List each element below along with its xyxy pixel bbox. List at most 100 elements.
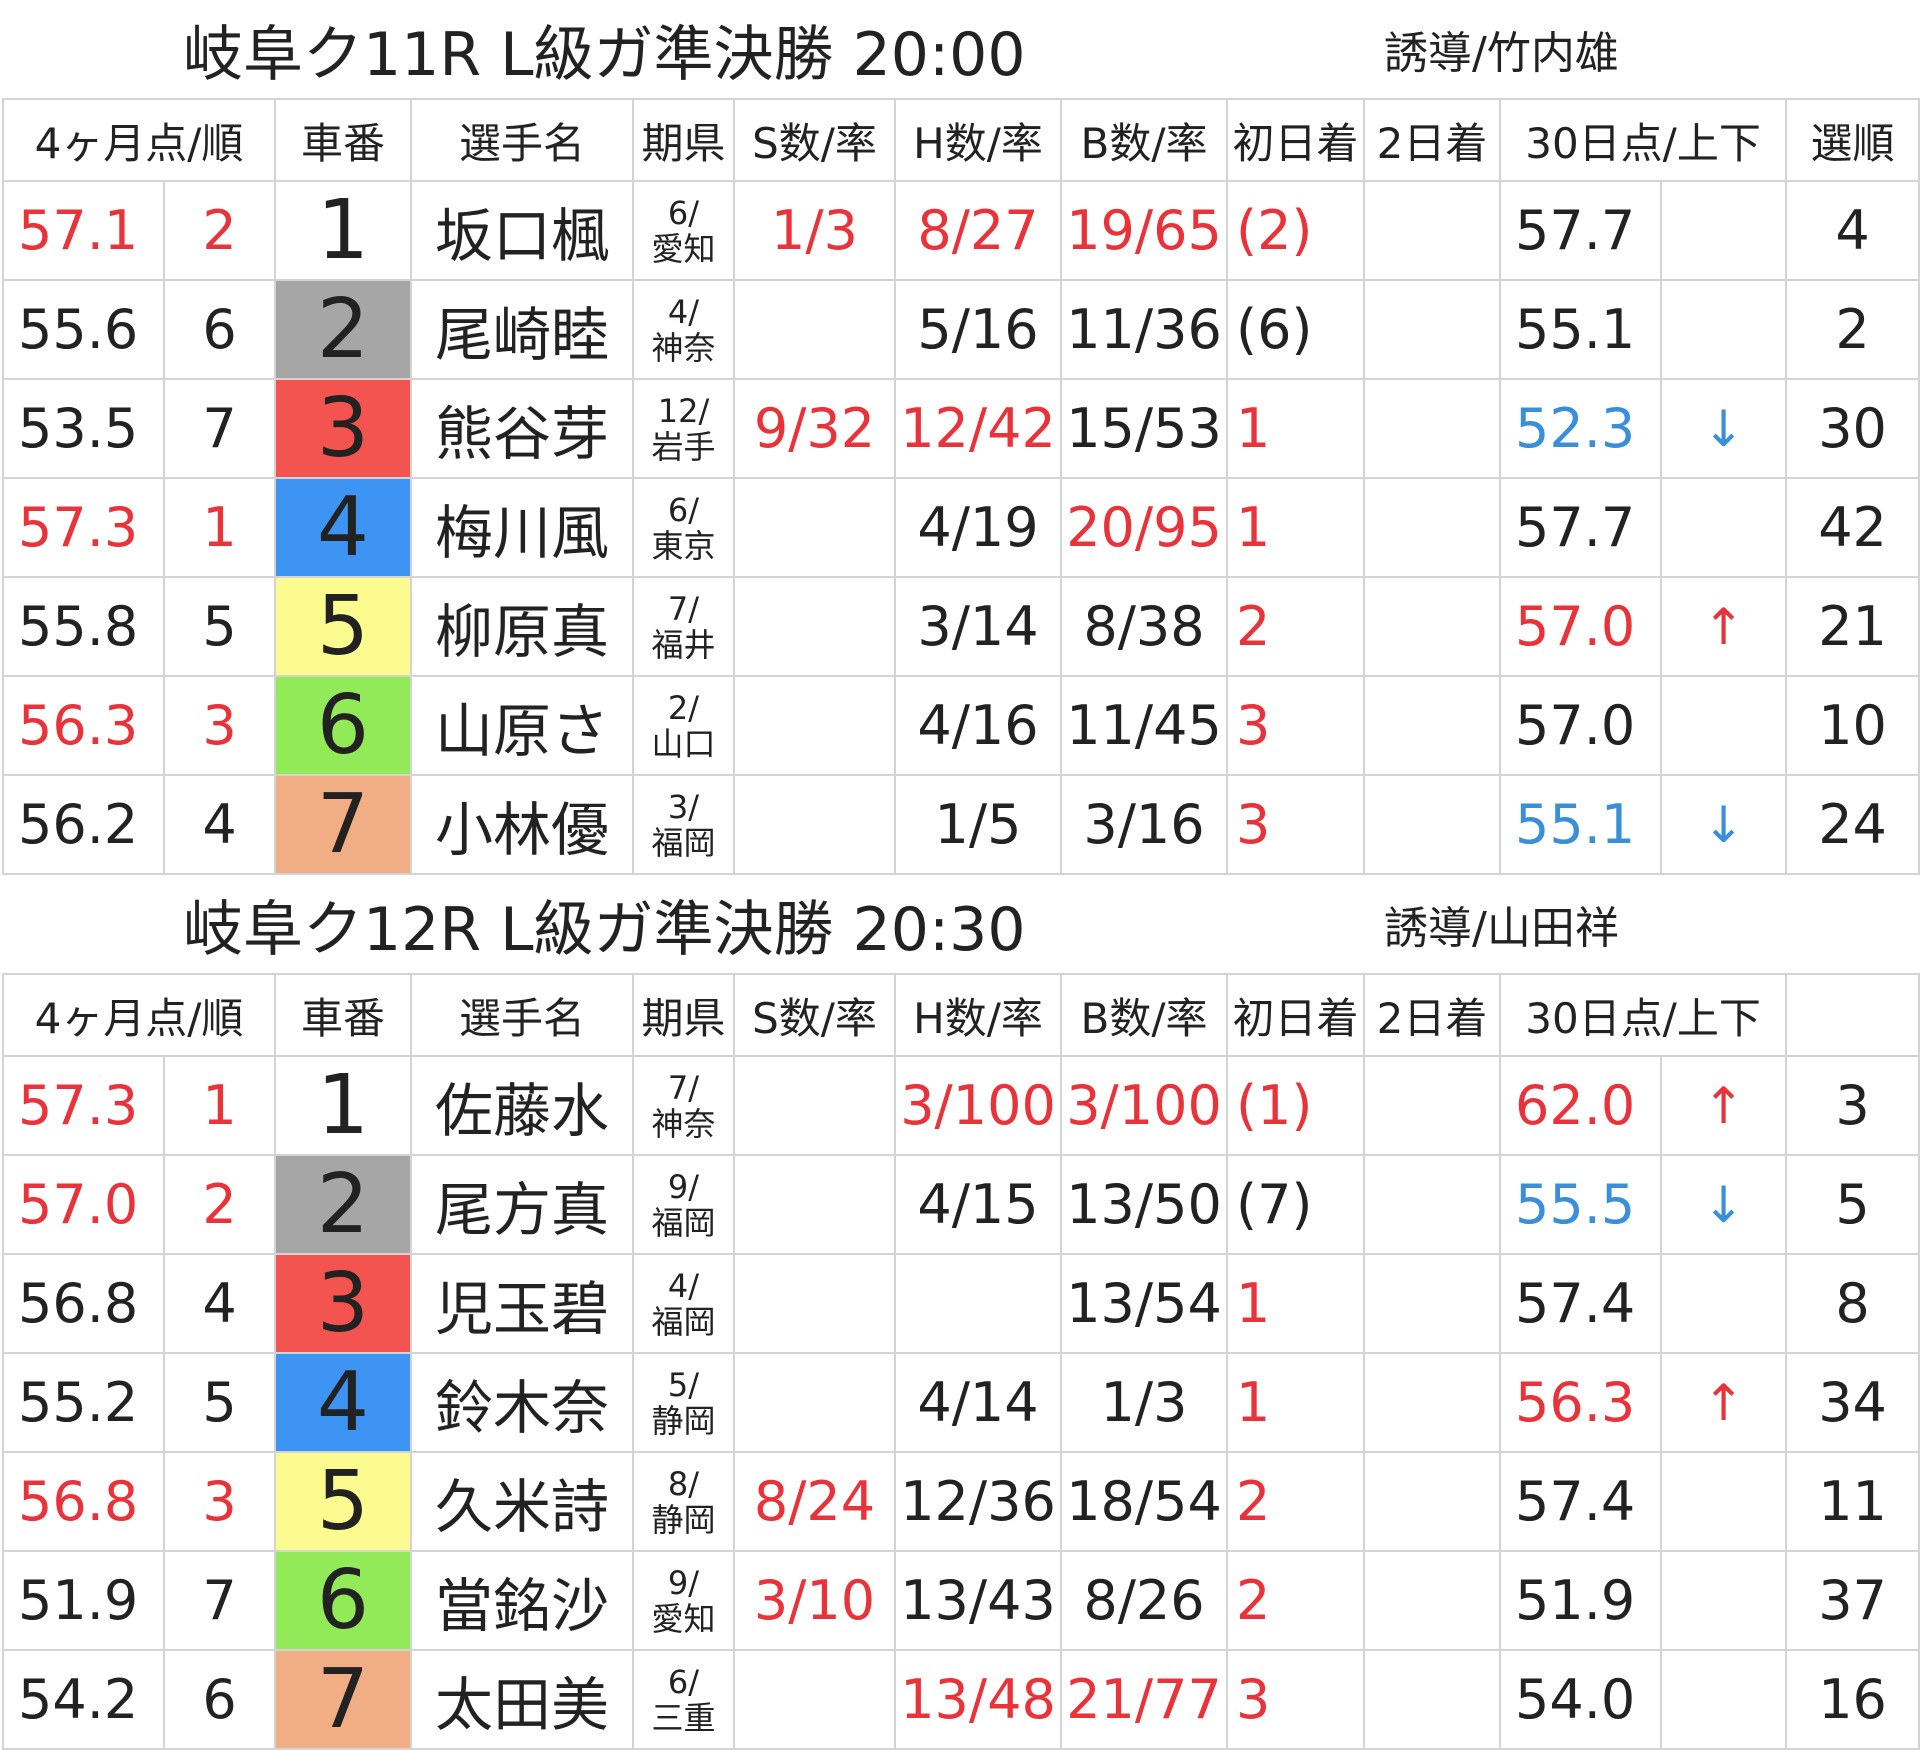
h-count-rate: 13/43 [894, 1550, 1062, 1651]
term-pref: 7/神奈 [632, 1055, 735, 1156]
car-number: 5 [274, 1451, 412, 1552]
selection-rank: 21 [1785, 576, 1920, 677]
race-title: 岐阜ク11R L級ガ準決勝 20:00 [3, 0, 1365, 100]
four-month-points: 57.1 [2, 180, 165, 281]
prefecture: 福岡 [651, 1302, 716, 1341]
header-day1: 初日着 [1225, 98, 1366, 182]
header-rider-name: 選手名 [410, 98, 634, 182]
header-s-count: S数/率 [733, 98, 896, 182]
table-row: 57.0 2 2 尾方真 9/福岡 4/15 13/50 (7) 55.5 ↓ 5 [2, 1154, 1920, 1255]
header-car-number: 車番 [274, 98, 412, 182]
selection-rank: 37 [1785, 1550, 1920, 1651]
page: { "races": [ { "title": "岐阜ク11R L級ガ準決勝 2… [0, 0, 1920, 1750]
day2-finish [1363, 576, 1502, 677]
header-row: 4ヶ月点/順 車番 選手名 期県 S数/率 H数/率 B数/率 初日着 2日着 … [2, 973, 1920, 1057]
header-selection: 選順 [1785, 98, 1920, 182]
thirty-day-points: 55.1 [1499, 774, 1663, 875]
prefecture: 福岡 [651, 823, 716, 862]
s-count-rate [733, 1055, 896, 1156]
h-count-rate: 1/5 [894, 774, 1062, 875]
rider-name: 當銘沙 [410, 1550, 634, 1651]
race-title: 岐阜ク12R L級ガ準決勝 20:30 [3, 875, 1365, 975]
trend-arrow-icon [1660, 477, 1788, 578]
race-table-11: 岐阜ク11R L級ガ準決勝 20:00 誘導/竹内雄 4ヶ月点/順 車番 選手名… [2, 0, 1920, 875]
header-h-count: H数/率 [894, 98, 1062, 182]
day2-finish [1363, 180, 1502, 281]
b-count-rate: 18/54 [1060, 1451, 1228, 1552]
prefecture: 愛知 [651, 1599, 716, 1638]
rider-name: 山原さ [410, 675, 634, 776]
four-month-rank: 1 [163, 477, 276, 578]
selection-rank: 2 [1785, 279, 1920, 380]
race-title-row: 岐阜ク11R L級ガ準決勝 20:00 誘導/竹内雄 [3, 0, 1920, 100]
prefecture: 三重 [651, 1698, 716, 1737]
four-month-points: 51.9 [2, 1550, 165, 1651]
h-count-rate: 4/15 [894, 1154, 1062, 1255]
term-number: 9/ [667, 1167, 700, 1206]
thirty-day-points: 57.4 [1499, 1451, 1663, 1552]
four-month-rank: 1 [163, 1055, 276, 1156]
selection-rank: 34 [1785, 1352, 1920, 1453]
car-number: 4 [274, 477, 412, 578]
thirty-day-points: 52.3 [1499, 378, 1663, 479]
b-count-rate: 8/26 [1060, 1550, 1228, 1651]
four-month-rank: 2 [163, 1154, 276, 1255]
rider-name: 尾方真 [410, 1154, 634, 1255]
table-row: 56.8 4 3 児玉碧 4/福岡 13/54 1 57.4 8 [2, 1253, 1920, 1354]
b-count-rate: 13/54 [1060, 1253, 1228, 1354]
day1-finish: 1 [1225, 477, 1366, 578]
term-pref: 9/愛知 [632, 1550, 735, 1651]
s-count-rate [733, 1649, 896, 1750]
guide-rider: 誘導/竹内雄 [1364, 0, 1920, 100]
term-pref: 4/神奈 [632, 279, 735, 380]
term-number: 3/ [667, 787, 700, 826]
term-pref: 12/岩手 [632, 378, 735, 479]
table-row: 56.2 4 7 小林優 3/福岡 1/5 3/16 3 55.1 ↓ 24 [2, 774, 1920, 875]
h-count-rate: 12/36 [894, 1451, 1062, 1552]
rider-name: 佐藤水 [410, 1055, 634, 1156]
day1-finish: 1 [1225, 1253, 1366, 1354]
b-count-rate: 21/77 [1060, 1649, 1228, 1750]
header-day2: 2日着 [1363, 973, 1502, 1057]
table-row: 54.2 6 7 太田美 6/三重 13/48 21/77 3 54.0 16 [2, 1649, 1920, 1750]
day1-finish: 2 [1225, 1451, 1366, 1552]
four-month-points: 55.8 [2, 576, 165, 677]
day2-finish [1363, 279, 1502, 380]
car-number: 6 [274, 675, 412, 776]
four-month-rank: 6 [163, 279, 276, 380]
header-s-count: S数/率 [733, 973, 896, 1057]
header-car-number: 車番 [274, 973, 412, 1057]
b-count-rate: 20/95 [1060, 477, 1228, 578]
four-month-points: 56.2 [2, 774, 165, 875]
thirty-day-points: 57.0 [1499, 576, 1663, 677]
term-number: 4/ [667, 292, 700, 331]
trend-arrow-icon [1660, 1649, 1788, 1750]
term-number: 6/ [667, 490, 700, 529]
day1-finish: 1 [1225, 1352, 1366, 1453]
rider-name: 柳原真 [410, 576, 634, 677]
rider-name: 尾崎睦 [410, 279, 634, 380]
h-count-rate: 3/100 [894, 1055, 1062, 1156]
selection-rank: 30 [1785, 378, 1920, 479]
four-month-rank: 3 [163, 675, 276, 776]
term-number: 6/ [667, 1662, 700, 1701]
table-row: 51.9 7 6 當銘沙 9/愛知 3/10 13/43 8/26 2 51.9 37 [2, 1550, 1920, 1651]
s-count-rate [733, 675, 896, 776]
term-pref: 6/三重 [632, 1649, 735, 1750]
four-month-points: 55.2 [2, 1352, 165, 1453]
four-month-rank: 4 [163, 774, 276, 875]
selection-rank: 5 [1785, 1154, 1920, 1255]
four-month-points: 56.8 [2, 1253, 165, 1354]
table-row: 55.6 6 2 尾崎睦 4/神奈 5/16 11/36 (6) 55.1 2 [2, 279, 1920, 380]
car-number: 1 [274, 1055, 412, 1156]
header-b-count: B数/率 [1060, 98, 1228, 182]
h-count-rate [894, 1253, 1062, 1354]
thirty-day-points: 57.7 [1499, 180, 1663, 281]
selection-rank: 24 [1785, 774, 1920, 875]
s-count-rate [733, 1253, 896, 1354]
trend-arrow-icon: ↓ [1660, 378, 1788, 479]
car-number: 3 [274, 1253, 412, 1354]
thirty-day-points: 57.4 [1499, 1253, 1663, 1354]
four-month-rank: 5 [163, 576, 276, 677]
header-day2: 2日着 [1363, 98, 1502, 182]
